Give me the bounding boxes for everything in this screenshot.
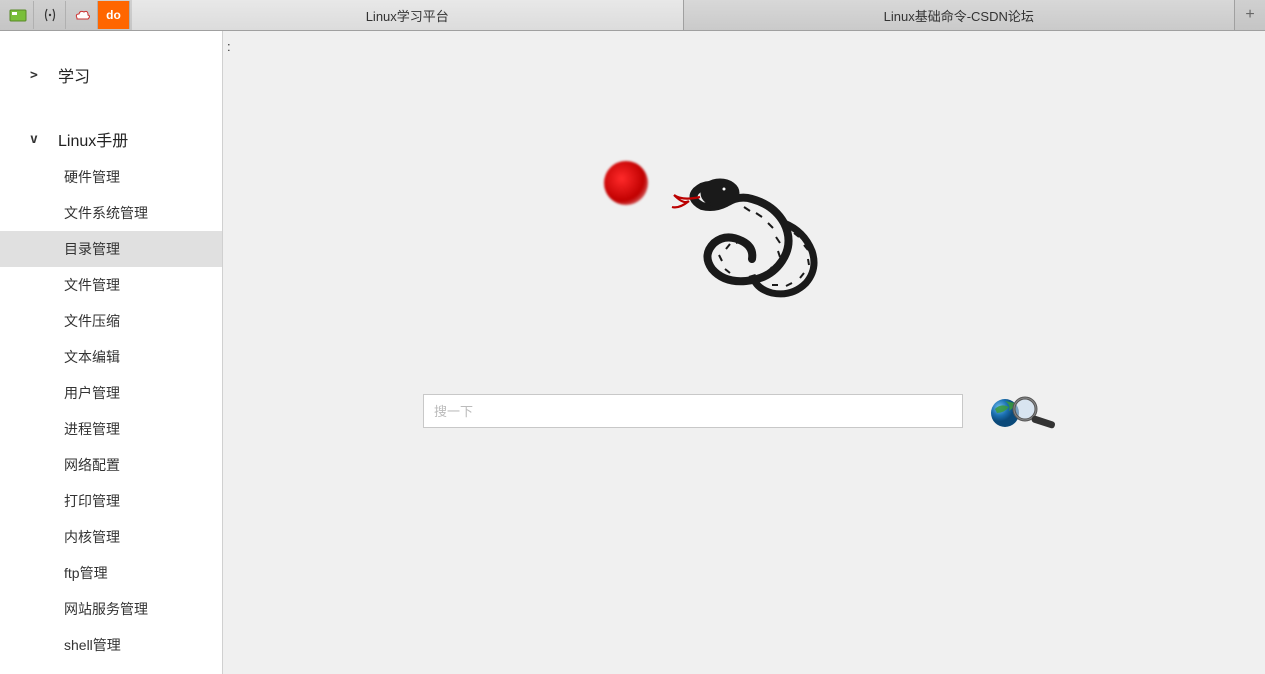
search-row [423, 391, 1065, 431]
chevron-down-icon: v [30, 132, 38, 147]
nav-item[interactable]: ftp管理 [0, 555, 222, 591]
nav-section-header[interactable]: > 学习 [0, 55, 222, 95]
new-tab-button[interactable]: + [1235, 0, 1265, 30]
nav-section: v Linux手册硬件管理文件系统管理目录管理文件管理文件压缩文本编辑用户管理进程… [0, 119, 222, 663]
browser-tabbar: do Linux学习平台 Linux基础命令-CSDN论坛 + [0, 0, 1265, 31]
tab-label: Linux基础命令-CSDN论坛 [884, 6, 1034, 25]
site-icon-4[interactable]: do [98, 1, 130, 29]
nav-item[interactable]: 目录管理 [0, 231, 222, 267]
globe-magnifier-icon [987, 391, 1065, 431]
content-area: : [223, 31, 1265, 674]
nav-item[interactable]: 网站服务管理 [0, 591, 222, 627]
logo-area [594, 141, 894, 341]
tab-label: Linux学习平台 [366, 6, 449, 25]
main-area: > 学习 v Linux手册硬件管理文件系统管理目录管理文件管理文件压缩文本编辑用户管… [0, 31, 1265, 674]
nav-section-header[interactable]: v Linux手册 [0, 119, 222, 159]
nav-item[interactable]: 硬件管理 [0, 159, 222, 195]
nav-section: > 学习 [0, 55, 222, 95]
nav-item[interactable]: 网络配置 [0, 447, 222, 483]
nav-section-label: Linux手册 [58, 127, 128, 151]
tab-csdn-forum[interactable]: Linux基础命令-CSDN论坛 [684, 0, 1236, 30]
nav-item[interactable]: 进程管理 [0, 411, 222, 447]
tabbar-site-icons: do [0, 0, 132, 30]
nav-item[interactable]: 文本编辑 [0, 339, 222, 375]
search-input[interactable] [423, 394, 963, 428]
snake-logo-icon [634, 151, 854, 331]
site-icon-3[interactable] [66, 1, 98, 29]
sidebar: > 学习 v Linux手册硬件管理文件系统管理目录管理文件管理文件压缩文本编辑用户管… [0, 31, 223, 674]
nav-item[interactable]: 文件系统管理 [0, 195, 222, 231]
nav-item[interactable]: 打印管理 [0, 483, 222, 519]
nav-item[interactable]: 用户管理 [0, 375, 222, 411]
nav-item[interactable]: 文件管理 [0, 267, 222, 303]
stray-colon: : [227, 39, 231, 54]
nav-items: 硬件管理文件系统管理目录管理文件管理文件压缩文本编辑用户管理进程管理网络配置打印… [0, 159, 222, 663]
nav-section-label: 学习 [58, 63, 90, 87]
site-icon-2[interactable] [34, 1, 66, 29]
chevron-right-icon: > [30, 68, 38, 83]
nav-item[interactable]: 文件压缩 [0, 303, 222, 339]
tab-linux-learning[interactable]: Linux学习平台 [132, 0, 684, 30]
red-dot-icon [604, 161, 648, 205]
search-button[interactable] [987, 391, 1065, 431]
nav-item[interactable]: shell管理 [0, 627, 222, 663]
nav-item[interactable]: 内核管理 [0, 519, 222, 555]
site-icon-1[interactable] [2, 1, 34, 29]
